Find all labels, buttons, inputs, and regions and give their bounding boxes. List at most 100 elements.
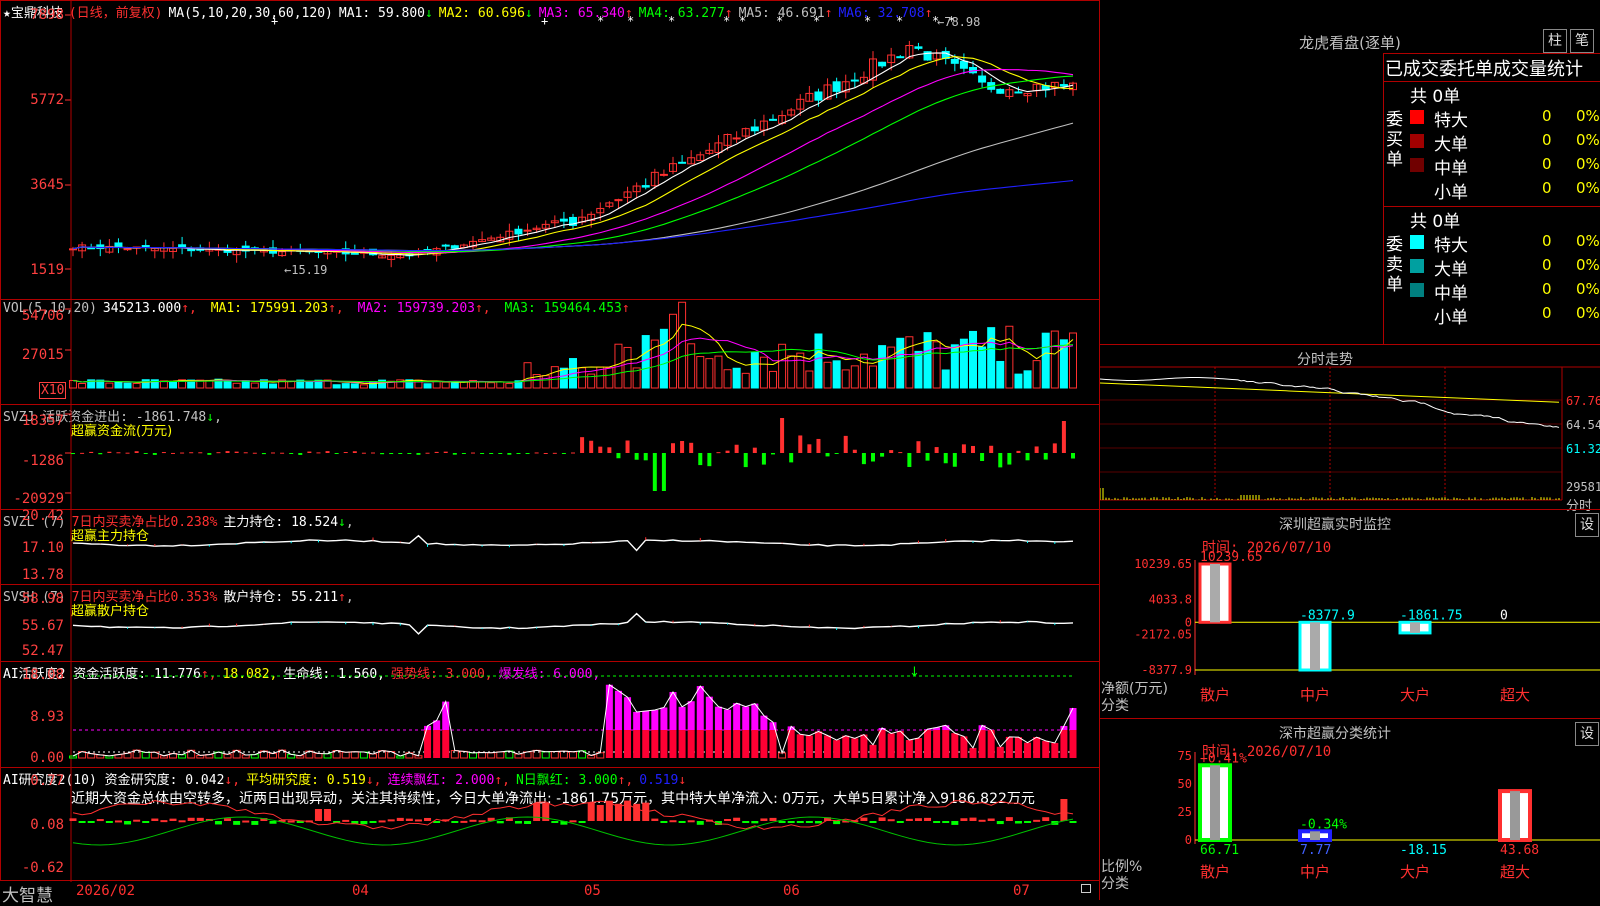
research-bar	[288, 821, 295, 823]
flow-bar	[880, 453, 884, 457]
order-size-label: 中单	[1434, 279, 1468, 304]
research-bar	[197, 818, 204, 821]
research-bar	[688, 820, 695, 822]
activity-bar	[442, 730, 449, 758]
y-tick-label: 10239.65	[1134, 557, 1192, 571]
research-bar	[651, 819, 658, 821]
flow-bar	[480, 453, 484, 454]
legend-swatch	[1410, 134, 1424, 148]
y-tick-label: 75	[1178, 749, 1192, 763]
activity-bar	[715, 730, 722, 758]
ai-activity-panel[interactable]: AI活跃度2 资金活跃度: 11.776↑,18.082,生命线: 1.560,…	[0, 661, 1100, 768]
volume-bar	[451, 383, 458, 388]
research-bar	[897, 821, 904, 823]
bar-value-label: 7.77	[1300, 843, 1331, 858]
bar-change-label: -0.34%	[1300, 817, 1347, 832]
research-bar	[551, 821, 558, 823]
low-marker: ←15.19	[284, 263, 327, 277]
volume-bar	[142, 380, 149, 388]
research-bar	[770, 818, 777, 821]
svzl-panel[interactable]: SVZL (7)7日内买卖净占比0.238%主力持仓: 18.524↓, 超赢主…	[0, 509, 1100, 585]
order-percent: 0%	[1576, 155, 1600, 173]
order-count: 0	[1542, 179, 1552, 197]
svsh-panel[interactable]: SVSH (7)7日内买卖净占比0.353%散户持仓: 55.211↑, 超赢散…	[0, 584, 1100, 662]
y-tick: 0.77	[30, 773, 64, 789]
fenshi-panel[interactable]: 分时走势 67.76 64.54 61.32 29581 分时	[1100, 344, 1600, 511]
flow-bar	[389, 453, 393, 454]
volume-panel[interactable]: VOL(5,10,20)345213.000↑, MA1: 175991.203…	[0, 299, 1100, 405]
research-bar	[670, 820, 677, 822]
research-bar	[960, 818, 967, 821]
flow-bar	[507, 453, 511, 455]
lock-icon[interactable]	[1081, 884, 1091, 893]
volume-bar	[242, 381, 249, 388]
flow-bar	[926, 453, 930, 461]
svzj-panel[interactable]: SVZJ 活跃资金进出: -1861.748↓, 超赢资金流(万元) 18357…	[0, 404, 1100, 510]
y-tick-label: 50	[1178, 777, 1192, 791]
volume-bar	[688, 344, 695, 388]
research-bar	[370, 821, 377, 823]
order-size-label: 小单	[1434, 303, 1468, 328]
vol-unit-badge[interactable]: X10	[39, 382, 66, 399]
activity-peak	[697, 686, 704, 730]
activity-bar	[515, 754, 522, 758]
research-bar	[388, 819, 395, 821]
activity-bar	[742, 730, 749, 758]
flow-bar	[289, 453, 293, 454]
signal-marker: *	[813, 14, 820, 28]
monitor-bar-shade	[1410, 622, 1420, 633]
research-bar	[460, 821, 467, 823]
activity-peak	[688, 701, 695, 730]
signal-marker: *	[776, 14, 783, 28]
flow-bar	[298, 453, 302, 455]
x-tick: 04	[352, 883, 369, 899]
research-bar	[179, 820, 186, 822]
sell-row: 小单00%	[1410, 303, 1600, 325]
buy-row: 特大00%	[1410, 106, 1600, 128]
candle-body	[560, 219, 567, 221]
category-label: 超大	[1500, 863, 1530, 881]
activity-peak	[651, 710, 658, 730]
y-tick-label: 0	[1185, 833, 1192, 847]
y-tick: 20.42	[22, 508, 64, 524]
research-bar	[315, 809, 322, 821]
order-size-label: 特大	[1434, 231, 1468, 256]
sz-class-panel[interactable]: 深市超赢分类统计 设 时间: 2026/07/10 7550250+0.41%6…	[1100, 718, 1600, 901]
legend-swatch	[1410, 110, 1424, 124]
order-size-label: 大单	[1434, 255, 1468, 280]
activity-peak	[724, 710, 731, 730]
y-tick-label: -8377.9	[1141, 663, 1192, 677]
flow-bar	[898, 452, 902, 453]
candle-body	[851, 80, 858, 81]
flow-bar	[516, 453, 520, 454]
class-bar-shade	[1210, 765, 1220, 840]
y-tick: 54706	[22, 308, 64, 324]
sell-row: 大单00%	[1410, 255, 1600, 277]
research-bar	[906, 819, 913, 821]
flow-bar	[780, 418, 784, 453]
activity-peak	[633, 712, 640, 730]
sz-monitor-panel[interactable]: 深圳超赢实时监控 设 时间: 2026/07/10 10239.654033.8…	[1100, 509, 1600, 720]
flow-bar	[1053, 443, 1057, 453]
research-bar	[360, 821, 367, 824]
buy-row: 中单00%	[1410, 154, 1600, 176]
volume-bar	[424, 384, 431, 388]
activity-bar	[1024, 743, 1031, 758]
flow-bar	[753, 448, 757, 453]
activity-bar	[1060, 730, 1067, 758]
research-bar	[742, 821, 749, 823]
x-tick: 2026/02	[76, 883, 135, 899]
volume-bar	[333, 385, 340, 388]
signal-marker: +	[271, 14, 278, 28]
price-panel[interactable]: ★宝鼎科技(日线，前复权)MA(5,10,20,30,60,120)MA1: 5…	[0, 0, 1100, 300]
ai-research-panel[interactable]: AI研究度2(10) 资金研究度: 0.042↓,平均研究度: 0.519↓,连…	[0, 767, 1100, 881]
flow-bar	[935, 447, 939, 453]
tab-bar[interactable]: 柱	[1543, 29, 1567, 53]
volume-bar	[342, 384, 349, 388]
buy-label: 委买单	[1386, 110, 1406, 170]
category-label: 散户	[1200, 686, 1230, 704]
flow-bar	[262, 453, 266, 454]
y-tick: 0.00	[30, 750, 64, 766]
tab-tick[interactable]: 笔	[1570, 29, 1594, 53]
flow-bar	[980, 453, 984, 461]
